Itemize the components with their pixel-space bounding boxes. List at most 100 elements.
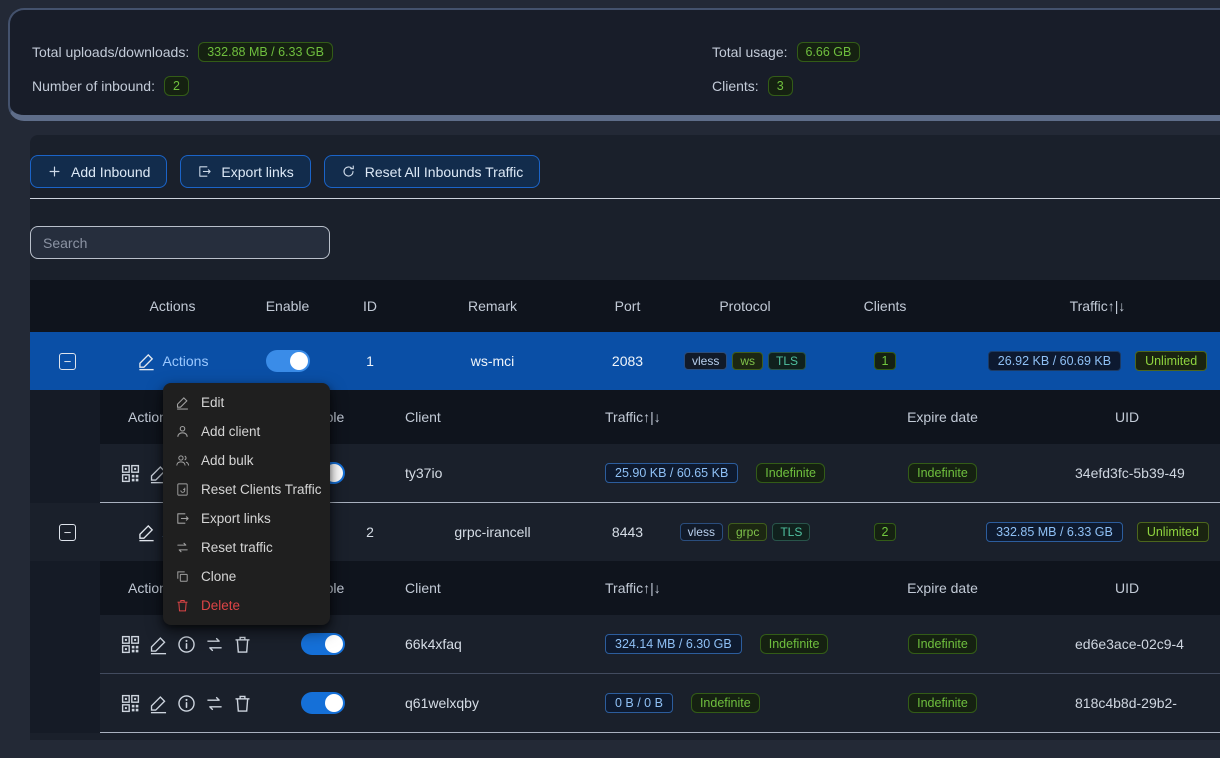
inbound-port: 8443 [580, 524, 675, 540]
inbound-row-ws-mci[interactable]: Actions 1 ws-mci 2083 vless ws TLS 1 26.… [30, 332, 1220, 390]
client-name: q61welxqby [365, 695, 520, 711]
protocol-tags: vless grpc TLS [675, 523, 815, 541]
edit-icon [175, 395, 190, 410]
client-enable-toggle[interactable] [301, 633, 345, 655]
client-traffic-badge: 324.14 MB / 6.30 GB [605, 634, 742, 654]
stats-column-right: Total usage: 6.66 GB Clients: 3 [712, 40, 860, 97]
menu-item-clone[interactable]: Clone [163, 562, 330, 591]
actions-dropdown-menu: Edit Add client Add bulk Reset Clients T… [163, 383, 330, 625]
quota-badge: Unlimited [1135, 351, 1207, 371]
edit-client-icon[interactable] [148, 634, 169, 655]
plus-icon [47, 164, 62, 179]
client-expire-badge: Indefinite [908, 634, 977, 654]
sub-header-client: Client [365, 580, 520, 596]
header-id: ID [335, 298, 405, 314]
info-icon[interactable] [176, 634, 197, 655]
header-remark: Remark [405, 298, 580, 314]
client-quota-badge: Indefinite [691, 693, 760, 713]
client-traffic-badge: 0 B / 0 B [605, 693, 673, 713]
client-expire-badge: Indefinite [908, 693, 977, 713]
qr-code-icon[interactable] [120, 693, 141, 714]
clone-icon [175, 569, 190, 584]
sub-header-traffic[interactable]: Traffic↑|↓ [520, 580, 810, 596]
client-count-badge: 1 [874, 352, 897, 370]
client-traffic-badge: 25.90 KB / 60.65 KB [605, 463, 738, 483]
row-actions-dropdown-trigger[interactable]: Actions [137, 351, 209, 371]
delete-client-icon[interactable] [232, 634, 253, 655]
reset-traffic-icon[interactable] [204, 693, 225, 714]
stat-total-usage: Total usage: 6.66 GB [712, 40, 860, 63]
row-actions-label: Actions [163, 353, 209, 369]
stat-uploads-label: Total uploads/downloads: [32, 44, 189, 60]
reset-traffic-icon[interactable] [204, 634, 225, 655]
qr-code-icon[interactable] [120, 463, 141, 484]
collapse-row-button[interactable] [59, 524, 76, 541]
client-uid: 818c4b8d-29b2- [1075, 695, 1220, 711]
sub-header-client: Client [365, 409, 520, 425]
client-action-icons [100, 693, 280, 714]
menu-item-label: Export links [201, 511, 271, 526]
menu-item-label: Reset traffic [201, 540, 273, 555]
menu-item-label: Delete [201, 598, 240, 613]
delete-client-icon[interactable] [232, 693, 253, 714]
sub-header-expire: Expire date [810, 409, 1075, 425]
edit-client-icon[interactable] [148, 693, 169, 714]
swap-arrows-icon [175, 540, 190, 555]
qr-code-icon[interactable] [120, 634, 141, 655]
user-icon [175, 424, 190, 439]
inbound-remark: grpc-irancell [405, 524, 580, 540]
header-traffic[interactable]: Traffic↑|↓ [955, 298, 1220, 314]
header-port: Port [580, 298, 675, 314]
toolbar-divider [30, 198, 1220, 199]
menu-item-reset-traffic[interactable]: Reset traffic [163, 533, 330, 562]
reset-all-traffic-label: Reset All Inbounds Traffic [365, 164, 524, 180]
users-icon [175, 453, 190, 468]
menu-item-add-client[interactable]: Add client [163, 417, 330, 446]
menu-item-reset-clients-traffic[interactable]: Reset Clients Traffic [163, 475, 330, 504]
collapse-row-button[interactable] [59, 353, 76, 370]
quota-badge: Unlimited [1137, 522, 1209, 542]
sub-header-traffic[interactable]: Traffic↑|↓ [520, 409, 810, 425]
header-enable: Enable [240, 298, 335, 314]
inbound-port: 2083 [580, 353, 675, 369]
menu-item-delete[interactable]: Delete [163, 591, 330, 620]
menu-item-export-links[interactable]: Export links [163, 504, 330, 533]
transport-tag-ws: ws [732, 352, 763, 370]
enable-toggle[interactable] [266, 350, 310, 372]
menu-item-edit[interactable]: Edit [163, 388, 330, 417]
reset-all-traffic-button[interactable]: Reset All Inbounds Traffic [324, 155, 541, 188]
info-icon[interactable] [176, 693, 197, 714]
export-icon [175, 511, 190, 526]
export-links-label: Export links [221, 164, 293, 180]
edit-pencil-icon [137, 351, 156, 371]
stat-inbounds-value-badge: 2 [164, 76, 189, 96]
stats-card: Total uploads/downloads: 332.88 MB / 6.3… [8, 8, 1220, 121]
add-inbound-button[interactable]: Add Inbound [30, 155, 167, 188]
stat-usage-value-badge: 6.66 GB [797, 42, 861, 62]
protocol-tags: vless ws TLS [675, 352, 815, 370]
menu-item-label: Add bulk [201, 453, 254, 468]
client-enable-toggle[interactable] [301, 692, 345, 714]
inbound-remark: ws-mci [405, 353, 580, 369]
menu-item-label: Clone [201, 569, 236, 584]
search-input[interactable] [30, 226, 330, 259]
transport-tag-grpc: grpc [728, 523, 767, 541]
client-action-icons [100, 634, 280, 655]
add-inbound-label: Add Inbound [71, 164, 150, 180]
edit-pencil-icon [137, 522, 156, 542]
protocol-tag-vless: vless [680, 523, 723, 541]
client-expire-badge: Indefinite [908, 463, 977, 483]
stat-inbounds-label: Number of inbound: [32, 78, 155, 94]
menu-item-add-bulk[interactable]: Add bulk [163, 446, 330, 475]
client-uid: 34efd3fc-5b39-49 [1075, 465, 1220, 481]
toolbar: Add Inbound Export links Reset All Inbou… [30, 135, 1220, 188]
client-uid: ed6e3ace-02c9-4 [1075, 636, 1220, 652]
inbound-id: 2 [335, 524, 405, 540]
client-count-badge: 2 [874, 523, 897, 541]
traffic-badge: 332.85 MB / 6.33 GB [986, 522, 1123, 542]
client-row-q61welxqby: q61welxqby 0 B / 0 B Indefinite Indefini… [100, 674, 1220, 733]
menu-item-label: Edit [201, 395, 224, 410]
inbounds-table-header: Actions Enable ID Remark Port Protocol C… [30, 280, 1220, 332]
menu-item-label: Add client [201, 424, 260, 439]
export-links-button[interactable]: Export links [180, 155, 310, 188]
